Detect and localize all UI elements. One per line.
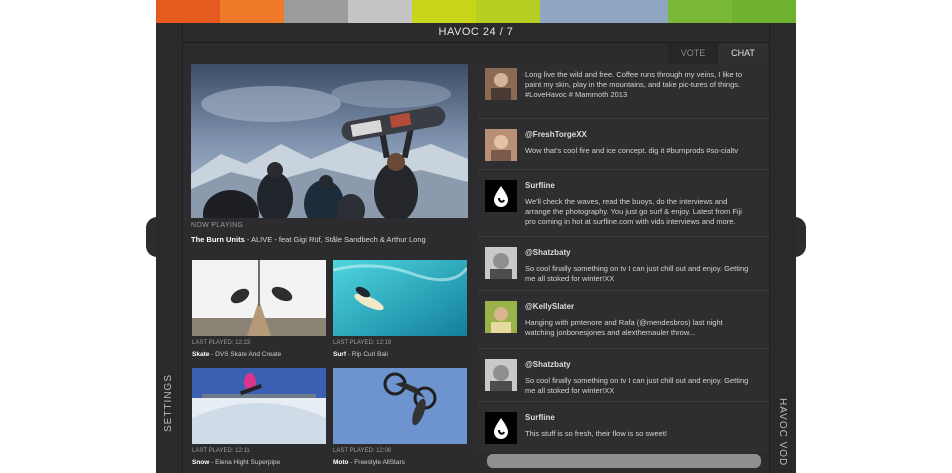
- snow-thumbnail: [192, 368, 326, 444]
- user-avatar: [485, 247, 517, 279]
- message-handle[interactable]: @Shatzbaty: [525, 248, 571, 257]
- message-text: Long live the wild and free. Coffee runs…: [525, 70, 743, 99]
- surf-thumbnail: [333, 260, 467, 336]
- thumb-title: Moto - Freestyle AllStars: [333, 459, 405, 466]
- brand-color-strip: [156, 0, 796, 23]
- thumb-category: Moto: [333, 459, 349, 466]
- color-segment: [156, 0, 220, 23]
- user-avatar: [485, 359, 517, 391]
- color-segment: [540, 0, 604, 23]
- surfline-logo-icon: [485, 412, 517, 444]
- now-playing-artist: The Burn Units: [191, 235, 245, 244]
- moto-thumbnail: [333, 368, 467, 444]
- thumb-name: - Elena Hight Superpipe: [209, 459, 281, 466]
- message-handle[interactable]: @Shatzbaty: [525, 360, 571, 369]
- color-segment: [604, 0, 668, 23]
- thumb-title: Snow - Elena Hight Superpipe: [192, 459, 280, 466]
- thumb-last-played: LAST PLAYED: 12:19: [333, 340, 392, 346]
- chat-message: @Shatzbaty So cool finally something on …: [478, 349, 769, 402]
- thumb-title: Surf - Rip Curl Bali: [333, 351, 388, 358]
- thumb-name: - DVS Skate And Create: [209, 351, 282, 358]
- user-avatar: [485, 68, 517, 100]
- thumb-last-played: LAST PLAYED: 12:11: [192, 448, 250, 454]
- thumb-category: Surf: [333, 351, 346, 358]
- chat-message: @KellySlater Hanging with pmtenore and R…: [478, 291, 769, 349]
- message-handle[interactable]: @KellySlater: [525, 302, 574, 311]
- chat-message: Surfline This stuff is so fresh, their f…: [478, 402, 769, 452]
- color-segment: [348, 0, 412, 23]
- now-playing-title: The Burn Units - ALIVE - feat Gigi Rüf, …: [191, 235, 426, 244]
- color-segment: [220, 0, 284, 23]
- surfline-logo-icon: [485, 180, 517, 212]
- now-playing-label: NOW PLAYING: [191, 222, 244, 229]
- color-segment: [668, 0, 732, 23]
- message-text: We'll check the waves, read the buoys, d…: [525, 197, 742, 226]
- color-segment: [476, 0, 540, 23]
- thumb-category: Snow: [192, 459, 210, 466]
- video-thumb-surf[interactable]: [333, 260, 467, 336]
- message-text: Hanging with pmtenore and Rafa (@mendesb…: [525, 318, 723, 337]
- thumb-category: Skate: [192, 351, 210, 358]
- color-segment: [732, 0, 796, 23]
- message-text: This stuff is so fresh, their flow is so…: [525, 429, 667, 438]
- settings-drawer[interactable]: SETTINGS: [156, 23, 183, 473]
- message-handle[interactable]: Surfline: [525, 181, 555, 190]
- user-avatar: [485, 129, 517, 161]
- message-text: So cool finally something on tv I can ju…: [525, 376, 749, 395]
- now-playing-track: - ALIVE - feat Gigi Rüf, Ståle Sandbech …: [244, 235, 426, 244]
- chat-message: @Shatzbaty So cool finally something on …: [478, 237, 769, 291]
- message-text: Wow that's cool fire and ice concept. di…: [525, 146, 739, 155]
- chat-feed[interactable]: Long live the wild and free. Coffee runs…: [478, 64, 769, 452]
- vod-label[interactable]: HAVOC VOD: [777, 398, 788, 466]
- message-handle[interactable]: @FreshTorgeXX: [525, 130, 587, 139]
- chat-message: Surfline We'll check the waves, read the…: [478, 170, 769, 237]
- chat-message: Long live the wild and free. Coffee runs…: [478, 64, 769, 119]
- now-playing-thumbnail: [191, 64, 468, 218]
- tab-chat[interactable]: CHAT: [718, 43, 768, 64]
- thumb-name: - Rip Curl Bali: [346, 351, 388, 358]
- now-playing-video[interactable]: [191, 64, 468, 218]
- thumb-name: - Freestyle AllStars: [348, 459, 405, 466]
- tab-vote[interactable]: VOTE: [668, 43, 718, 64]
- video-thumb-snow[interactable]: [192, 368, 326, 444]
- color-segment: [412, 0, 476, 23]
- thumb-last-played: LAST PLAYED: 12:23: [192, 340, 251, 346]
- thumb-title: Skate - DVS Skate And Create: [192, 351, 281, 358]
- chat-input[interactable]: [487, 454, 761, 468]
- havoc-app: SETTINGS HAVOC VOD HAVOC 24 / 7 VOTE CHA…: [156, 23, 796, 473]
- color-segment: [284, 0, 348, 23]
- video-thumb-skate[interactable]: [192, 260, 326, 336]
- vod-drawer[interactable]: HAVOC VOD: [769, 23, 796, 473]
- tab-bar: VOTE CHAT: [668, 43, 768, 64]
- thumb-last-played: LAST PLAYED: 12:06: [333, 448, 392, 454]
- user-avatar: [485, 301, 517, 333]
- settings-label[interactable]: SETTINGS: [163, 374, 174, 432]
- message-handle[interactable]: Surfline: [525, 413, 555, 422]
- app-title: HAVOC 24 / 7: [183, 23, 769, 43]
- message-text: So cool finally something on tv I can ju…: [525, 264, 749, 283]
- chat-message: @FreshTorgeXX Wow that's cool fire and i…: [478, 119, 769, 170]
- skate-thumbnail: [192, 260, 326, 336]
- video-thumb-moto[interactable]: [333, 368, 467, 444]
